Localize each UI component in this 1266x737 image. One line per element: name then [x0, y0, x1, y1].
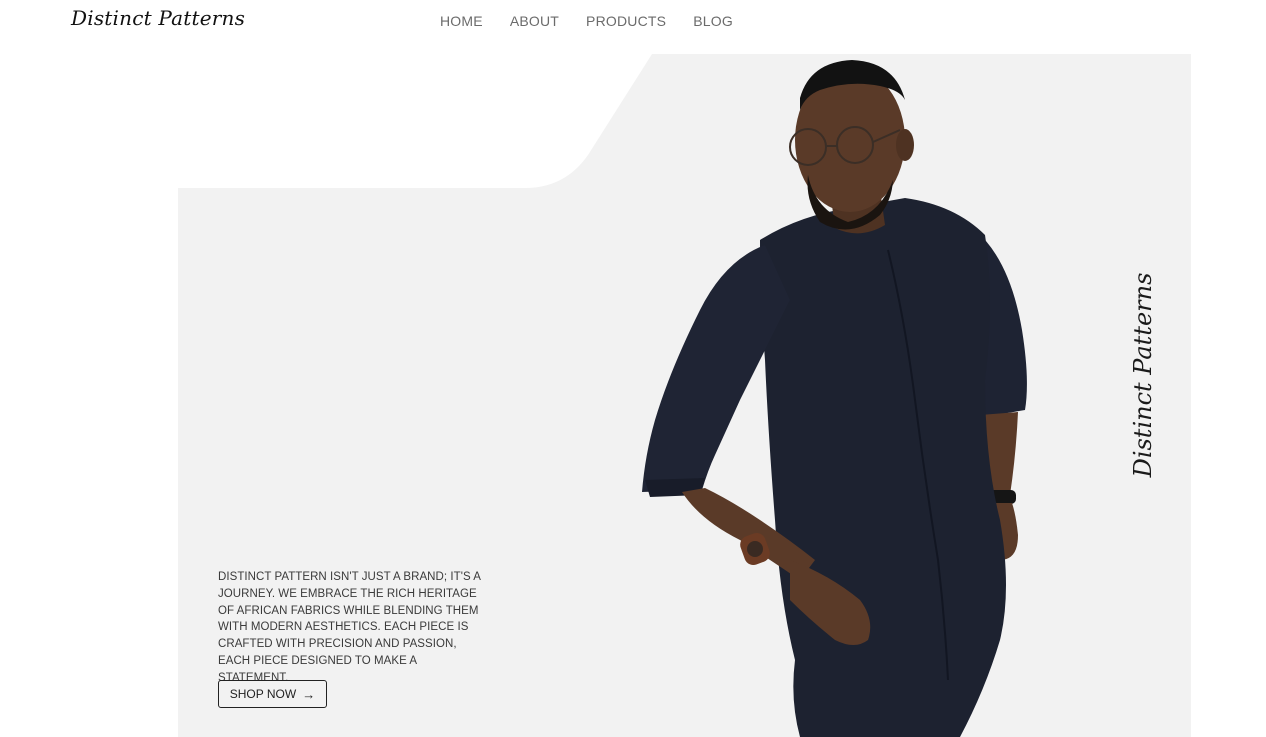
shop-now-button[interactable]: SHOP NOW → — [218, 680, 327, 708]
main-nav: HOME ABOUT PRODUCTS BLOG — [440, 13, 733, 29]
nav-home-link[interactable]: HOME — [440, 13, 483, 29]
nav-products-link[interactable]: PRODUCTS — [586, 13, 666, 29]
vertical-brand-text: Distinct Patterns — [1129, 272, 1157, 478]
nav-about-link[interactable]: ABOUT — [510, 13, 559, 29]
arrow-right-icon: → — [302, 686, 316, 702]
nav-blog-link[interactable]: BLOG — [693, 13, 733, 29]
brand-logo[interactable]: Distinct Patterns — [71, 6, 245, 30]
page: Distinct Patterns HOME ABOUT PRODUCTS BL… — [0, 0, 1266, 737]
hero-tagline: DISTINCT PATTERN ISN'T JUST A BRAND; IT'… — [218, 571, 481, 684]
shop-now-label: SHOP NOW — [229, 687, 297, 701]
hero-panel — [178, 54, 1191, 737]
